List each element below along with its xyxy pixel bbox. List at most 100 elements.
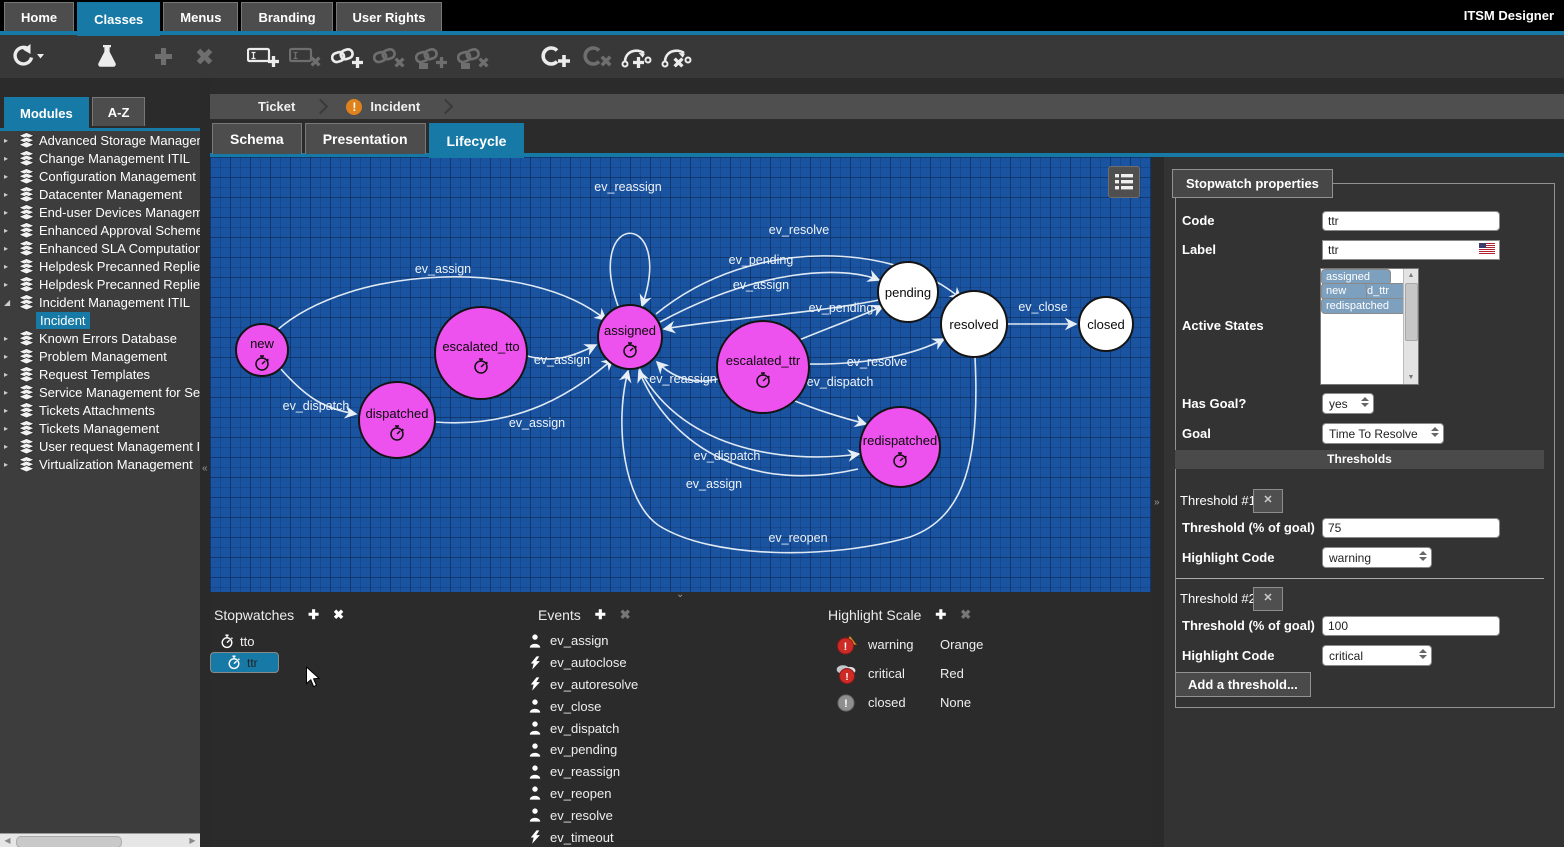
caret-collapsed-icon[interactable]: ▸ <box>4 244 13 253</box>
label-input[interactable] <box>1322 240 1500 260</box>
diagram-legend-button[interactable] <box>1108 166 1140 198</box>
caret-collapsed-icon[interactable]: ▸ <box>4 334 13 343</box>
sidebar-item-tickets-management[interactable]: ▸Tickets Management <box>0 419 200 437</box>
transition-ev_dispatch-escalated_ttr[interactable] <box>790 399 866 424</box>
threshold-percent-input[interactable] <box>1322 616 1500 636</box>
diagram-bottom-splitter[interactable]: ⌄ <box>210 592 1151 600</box>
event-item-ev_autoresolve[interactable]: ev_autoresolve <box>520 674 820 696</box>
sidebar-item-helpdesk-precanned-replies[interactable]: ▸Helpdesk Precanned Replies <box>0 275 200 293</box>
code-input[interactable] <box>1322 211 1500 231</box>
sidebar-item-configuration-management[interactable]: ▸Configuration Management <box>0 167 200 185</box>
remove-threshold-button[interactable]: ✕ <box>1253 489 1283 513</box>
sidebar-item-problem-management[interactable]: ▸Problem Management <box>0 347 200 365</box>
scrollbar-thumb[interactable] <box>16 836 122 847</box>
caret-collapsed-icon[interactable]: ▸ <box>4 280 13 289</box>
undo-icon[interactable] <box>8 38 48 76</box>
tab-lifecycle[interactable]: Lifecycle <box>429 123 525 158</box>
caret-collapsed-icon[interactable]: ▸ <box>4 208 13 217</box>
us-flag-icon[interactable] <box>1479 243 1495 254</box>
state-node-escalated_tto[interactable]: escalated_tto <box>435 307 527 399</box>
state-node-new[interactable]: new <box>236 324 288 376</box>
listbox-scrollbar[interactable]: ▲ ▼ <box>1403 269 1418 384</box>
listbox-scroll-thumb[interactable] <box>1405 283 1418 341</box>
caret-collapsed-icon[interactable]: ▸ <box>4 424 13 433</box>
scroll-down-icon[interactable]: ▼ <box>1404 371 1418 384</box>
flask-icon[interactable] <box>90 38 130 76</box>
delete-transition-icon[interactable] <box>659 38 699 76</box>
caret-collapsed-icon[interactable]: ▸ <box>4 388 13 397</box>
remove-threshold-button[interactable]: ✕ <box>1253 587 1283 611</box>
caret-collapsed-icon[interactable]: ▸ <box>4 442 13 451</box>
caret-collapsed-icon[interactable]: ▸ <box>4 262 13 271</box>
event-item-ev_close[interactable]: ev_close <box>520 695 820 717</box>
caret-collapsed-icon[interactable]: ▸ <box>4 370 13 379</box>
highlight-code-select[interactable]: warning <box>1322 547 1432 568</box>
state-node-dispatched[interactable]: dispatched <box>359 382 435 458</box>
state-node-closed[interactable]: closed <box>1079 297 1133 351</box>
sidebar-item-enhanced-approval-scheme[interactable]: ▸Enhanced Approval Scheme <box>0 221 200 239</box>
sidebar-item-request-templates[interactable]: ▸Request Templates <box>0 365 200 383</box>
add-threshold-button[interactable]: Add a threshold... <box>1175 672 1311 697</box>
event-item-ev_dispatch[interactable]: ev_dispatch <box>520 717 820 739</box>
event-item-ev_autoclose[interactable]: ev_autoclose <box>520 652 820 674</box>
transition-ev_reassign-assigned[interactable] <box>610 233 649 306</box>
sidebar-item-tickets-attachments[interactable]: ▸Tickets Attachments <box>0 401 200 419</box>
tab-presentation[interactable]: Presentation <box>305 123 426 154</box>
event-item-ev_reopen[interactable]: ev_reopen <box>520 783 820 805</box>
event-item-ev_assign[interactable]: ev_assign <box>520 630 820 652</box>
nav-tab-home[interactable]: Home <box>4 2 74 32</box>
caret-collapsed-icon[interactable]: ▸ <box>4 352 13 361</box>
caret-collapsed-icon[interactable]: ▸ <box>4 406 13 415</box>
add-icon[interactable]: ✚ <box>935 607 946 623</box>
nav-tab-menus[interactable]: Menus <box>163 2 238 32</box>
add-field-icon[interactable] <box>245 38 285 76</box>
caret-collapsed-icon[interactable]: ▸ <box>4 226 13 235</box>
sidebar-item-virtualization-management[interactable]: ▸Virtualization Management <box>0 455 200 473</box>
sidebar-item-user-request-management-itil[interactable]: ▸User request Management ITIL <box>0 437 200 455</box>
sidebar-item-change-management-itil[interactable]: ▸Change Management ITIL <box>0 149 200 167</box>
sidebar-item-advanced-storage-management[interactable]: ▸Advanced Storage Management <box>0 131 200 149</box>
add-icon[interactable]: ✚ <box>595 607 606 623</box>
highlight-item-closed[interactable]: !closedNone <box>828 688 1151 717</box>
state-node-pending[interactable]: pending <box>878 262 938 322</box>
sidebar-item-helpdesk-precanned-replies[interactable]: ▸Helpdesk Precanned Replies <box>0 257 200 275</box>
sidebar-horizontal-scrollbar[interactable]: ◀ ▶ <box>0 833 200 847</box>
tab-schema[interactable]: Schema <box>212 123 302 154</box>
caret-collapsed-icon[interactable]: ▸ <box>4 172 13 181</box>
left-splitter[interactable]: « <box>200 78 210 847</box>
expand-right-icon[interactable]: » <box>1154 497 1160 508</box>
breadcrumb-item-incident[interactable]: Incident <box>370 99 420 114</box>
has-goal-select[interactable]: yes <box>1322 393 1374 414</box>
collapse-down-icon[interactable]: ⌄ <box>676 589 684 600</box>
goal-select[interactable]: Time To Resolve <box>1322 423 1444 444</box>
event-item-ev_reassign[interactable]: ev_reassign <box>520 761 820 783</box>
sidebar-item-known-errors-database[interactable]: ▸Known Errors Database <box>0 329 200 347</box>
right-splitter[interactable]: » <box>1151 157 1164 847</box>
caret-collapsed-icon[interactable]: ▸ <box>4 190 13 199</box>
delete-icon[interactable]: ✖ <box>333 607 344 623</box>
sidebar-item-enhanced-sla-computation[interactable]: ▸Enhanced SLA Computation <box>0 239 200 257</box>
lifecycle-diagram[interactable]: ev_assignev_dispatchev_assignev_assignev… <box>210 157 1151 592</box>
transition-ev_assign-new[interactable] <box>276 277 606 331</box>
scroll-right-arrow[interactable]: ▶ <box>186 835 199 847</box>
sidebar-tab-a-z[interactable]: A-Z <box>92 97 146 126</box>
event-item-ev_pending[interactable]: ev_pending <box>520 739 820 761</box>
state-node-assigned[interactable]: assigned <box>598 305 662 369</box>
highlight-code-select[interactable]: critical <box>1322 645 1432 666</box>
breadcrumb-item-ticket[interactable]: Ticket <box>258 99 295 114</box>
sidebar-item-datacenter-management[interactable]: ▸Datacenter Management <box>0 185 200 203</box>
highlight-item-critical[interactable]: !criticalRed <box>828 659 1151 688</box>
nav-tab-classes[interactable]: Classes <box>77 2 160 36</box>
caret-collapsed-icon[interactable]: ▸ <box>4 136 13 145</box>
add-icon[interactable]: ✚ <box>308 607 319 623</box>
event-item-ev_timeout[interactable]: ev_timeout <box>520 826 820 847</box>
add-state-icon[interactable] <box>537 38 577 76</box>
active-state-option-redispatched[interactable]: redispatched <box>1321 298 1403 314</box>
caret-collapsed-icon[interactable]: ▸ <box>4 154 13 163</box>
nav-tab-user-rights[interactable]: User Rights <box>336 2 443 32</box>
sidebar-tab-modules[interactable]: Modules <box>4 97 89 129</box>
state-node-escalated_ttr[interactable]: escalated_ttr <box>717 321 809 413</box>
caret-collapsed-icon[interactable]: ▸ <box>4 460 13 469</box>
stopwatch-item-ttr[interactable]: ttr <box>210 652 279 673</box>
threshold-percent-input[interactable] <box>1322 518 1500 538</box>
